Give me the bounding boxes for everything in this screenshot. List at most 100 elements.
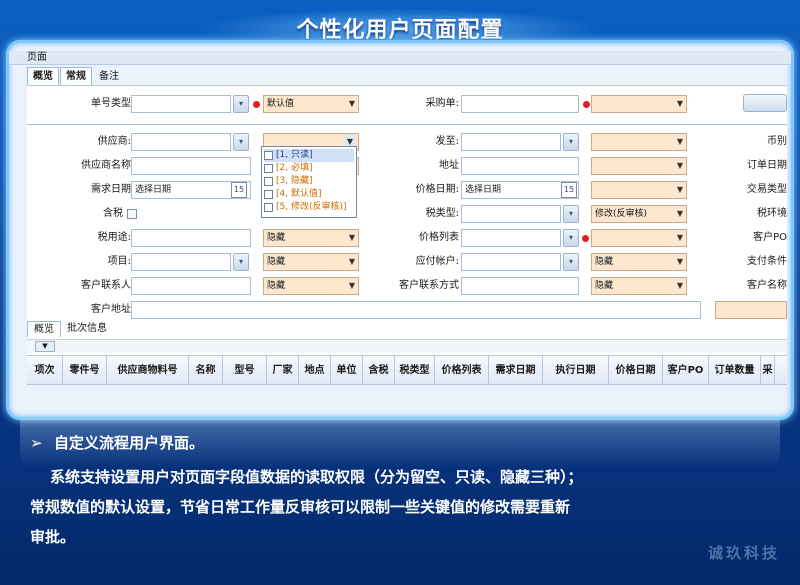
tax-incl-checkbox[interactable] (127, 209, 137, 219)
bullet-text: 自定义流程用户界面。 (54, 434, 205, 452)
grid-menu-button[interactable]: ▼ (35, 341, 55, 352)
column-header[interactable]: 价格列表 (435, 356, 489, 384)
label-tax-env: 税环境 (757, 208, 787, 219)
label-price-list: 价格列表 (419, 232, 459, 243)
cust-contact-input[interactable] (131, 277, 251, 295)
ship-to-dropdown-button[interactable]: ▾ (563, 133, 579, 151)
label-supplier-name: 供应商名称 (81, 160, 131, 171)
dropdown-option[interactable]: [4, 默认值] (264, 188, 354, 201)
price-list-config-select[interactable]: ▼ (591, 229, 687, 247)
grid-toolbar: ▼ (27, 339, 787, 353)
label-price-date: 价格日期: (415, 184, 459, 195)
pay-account-input[interactable] (461, 253, 561, 271)
checkbox[interactable] (264, 177, 273, 186)
item-dropdown-button[interactable]: ▾ (233, 253, 249, 271)
label-tax-type: 税类型: (425, 208, 459, 219)
label-tax-incl: 含税 (103, 208, 123, 219)
item-config-select[interactable]: 隐藏 ▼ (263, 253, 359, 271)
label-pay-terms: 支付条件 (747, 256, 787, 267)
tax-type-config-select[interactable]: 修改(反审核) ▼ (591, 205, 687, 223)
chevron-down-icon: ▼ (676, 233, 683, 242)
tab-batch-info[interactable]: 批次信息 (61, 321, 113, 337)
purchase-no-config-select[interactable]: ▼ (591, 95, 687, 113)
tab-notes[interactable]: 备注 (93, 67, 125, 85)
price-date-config-select[interactable]: ▼ (591, 181, 687, 199)
pay-account-dropdown-button[interactable]: ▾ (563, 253, 579, 271)
tab-general[interactable]: 常规 (60, 67, 92, 85)
column-header[interactable]: 税类型 (395, 356, 435, 384)
calendar-icon[interactable]: 15 (561, 182, 577, 198)
tax-use-input[interactable] (131, 229, 251, 247)
permission-dropdown-list: [1, 只读] [2, 必填] [3, 隐藏] [4, 默认值] [5, 修改(… (261, 146, 357, 218)
checkbox[interactable] (264, 190, 273, 199)
item-input[interactable] (131, 253, 231, 271)
column-header[interactable]: 项次 (27, 356, 63, 384)
column-header[interactable]: 含税 (363, 356, 395, 384)
label-item: 项目: (107, 256, 131, 267)
dropdown-option[interactable]: [1, 只读] (264, 149, 354, 162)
cust-address-config-select[interactable] (715, 301, 787, 319)
column-header[interactable]: 供应商物料号 (107, 356, 189, 384)
price-list-dropdown-button[interactable]: ▾ (563, 229, 579, 247)
checkbox[interactable] (264, 164, 273, 173)
pay-account-config-select[interactable]: 隐藏 ▼ (591, 253, 687, 271)
column-header[interactable]: 单位 (331, 356, 363, 384)
supplier-input[interactable] (131, 133, 231, 151)
chevron-down-icon: ▼ (348, 257, 355, 266)
order-type-config-select[interactable]: 默认值 ▼ (263, 95, 359, 113)
supplier-dropdown-button[interactable]: ▾ (233, 133, 249, 151)
label-currency: 币别 (767, 136, 787, 147)
label-pay-account: 应付帐户: (415, 256, 459, 267)
label-tax-use: 税用途: (97, 232, 131, 243)
address-config-select[interactable]: ▼ (591, 157, 687, 175)
dropdown-option[interactable]: [3, 隐藏] (264, 175, 354, 188)
chevron-down-icon: ▼ (676, 209, 683, 218)
cust-contact-config-select[interactable]: 隐藏 ▼ (263, 277, 359, 295)
label-customer-po: 客户PO (753, 232, 787, 243)
label-demand-date: 需求日期 (91, 184, 131, 195)
label-order-type: 单号类型 (91, 98, 131, 109)
label-supplier: 供应商: (97, 136, 131, 147)
column-header[interactable]: 客户PO (663, 356, 709, 384)
purchase-no-input[interactable] (461, 95, 579, 113)
tax-type-input[interactable] (461, 205, 561, 223)
order-type-dropdown-button[interactable]: ▾ (233, 95, 249, 113)
label-cust-contact: 客户联系人 (81, 280, 131, 291)
dropdown-option[interactable]: [5, 修改(反审核)] (264, 201, 354, 214)
column-header[interactable]: 地点 (299, 356, 331, 384)
column-header[interactable]: 零件号 (63, 356, 107, 384)
tab-overview[interactable]: 概览 (27, 67, 59, 85)
required-dot (253, 101, 260, 108)
label-address: 地址 (439, 160, 459, 171)
label-cust-contact-method: 客户联系方式 (399, 280, 459, 291)
tax-type-dropdown-button[interactable]: ▾ (563, 205, 579, 223)
column-header[interactable]: 名称 (189, 356, 223, 384)
address-input[interactable] (461, 157, 579, 175)
dropdown-option[interactable]: [2, 必填] (264, 162, 354, 175)
column-header[interactable]: 订单数量 (709, 356, 761, 384)
ship-to-config-select[interactable]: ▼ (591, 133, 687, 151)
cust-contact-method-config-select[interactable]: 隐藏 ▼ (591, 277, 687, 295)
description-block: ➢ 自定义流程用户界面。 系统支持设置用户对页面字段值数据的读取权限（分为留空、… (30, 432, 780, 552)
tab-detail-overview[interactable]: 概览 (27, 321, 61, 337)
calendar-icon[interactable]: 15 (231, 182, 247, 198)
price-list-input[interactable] (461, 229, 561, 247)
arrow-bullet-icon: ➢ (30, 434, 43, 452)
cust-contact-method-input[interactable] (461, 277, 579, 295)
column-header[interactable]: 型号 (223, 356, 267, 384)
column-header[interactable]: 厂家 (267, 356, 299, 384)
column-header[interactable]: 采 (761, 356, 775, 384)
action-button[interactable] (743, 94, 787, 112)
column-header[interactable]: 需求日期 (489, 356, 543, 384)
column-header[interactable]: 价格日期 (609, 356, 663, 384)
ship-to-input[interactable] (461, 133, 561, 151)
checkbox[interactable] (264, 151, 273, 160)
grid-header: 项次 零件号 供应商物料号 名称 型号 厂家 地点 单位 含税 税类型 价格列表… (27, 355, 787, 385)
chevron-down-icon: ▼ (676, 161, 683, 170)
cust-address-input[interactable] (131, 301, 701, 319)
order-type-input[interactable] (131, 95, 231, 113)
supplier-name-input[interactable] (131, 157, 251, 175)
checkbox[interactable] (264, 203, 273, 212)
tax-use-config-select[interactable]: 隐藏 ▼ (263, 229, 359, 247)
column-header[interactable]: 执行日期 (543, 356, 609, 384)
